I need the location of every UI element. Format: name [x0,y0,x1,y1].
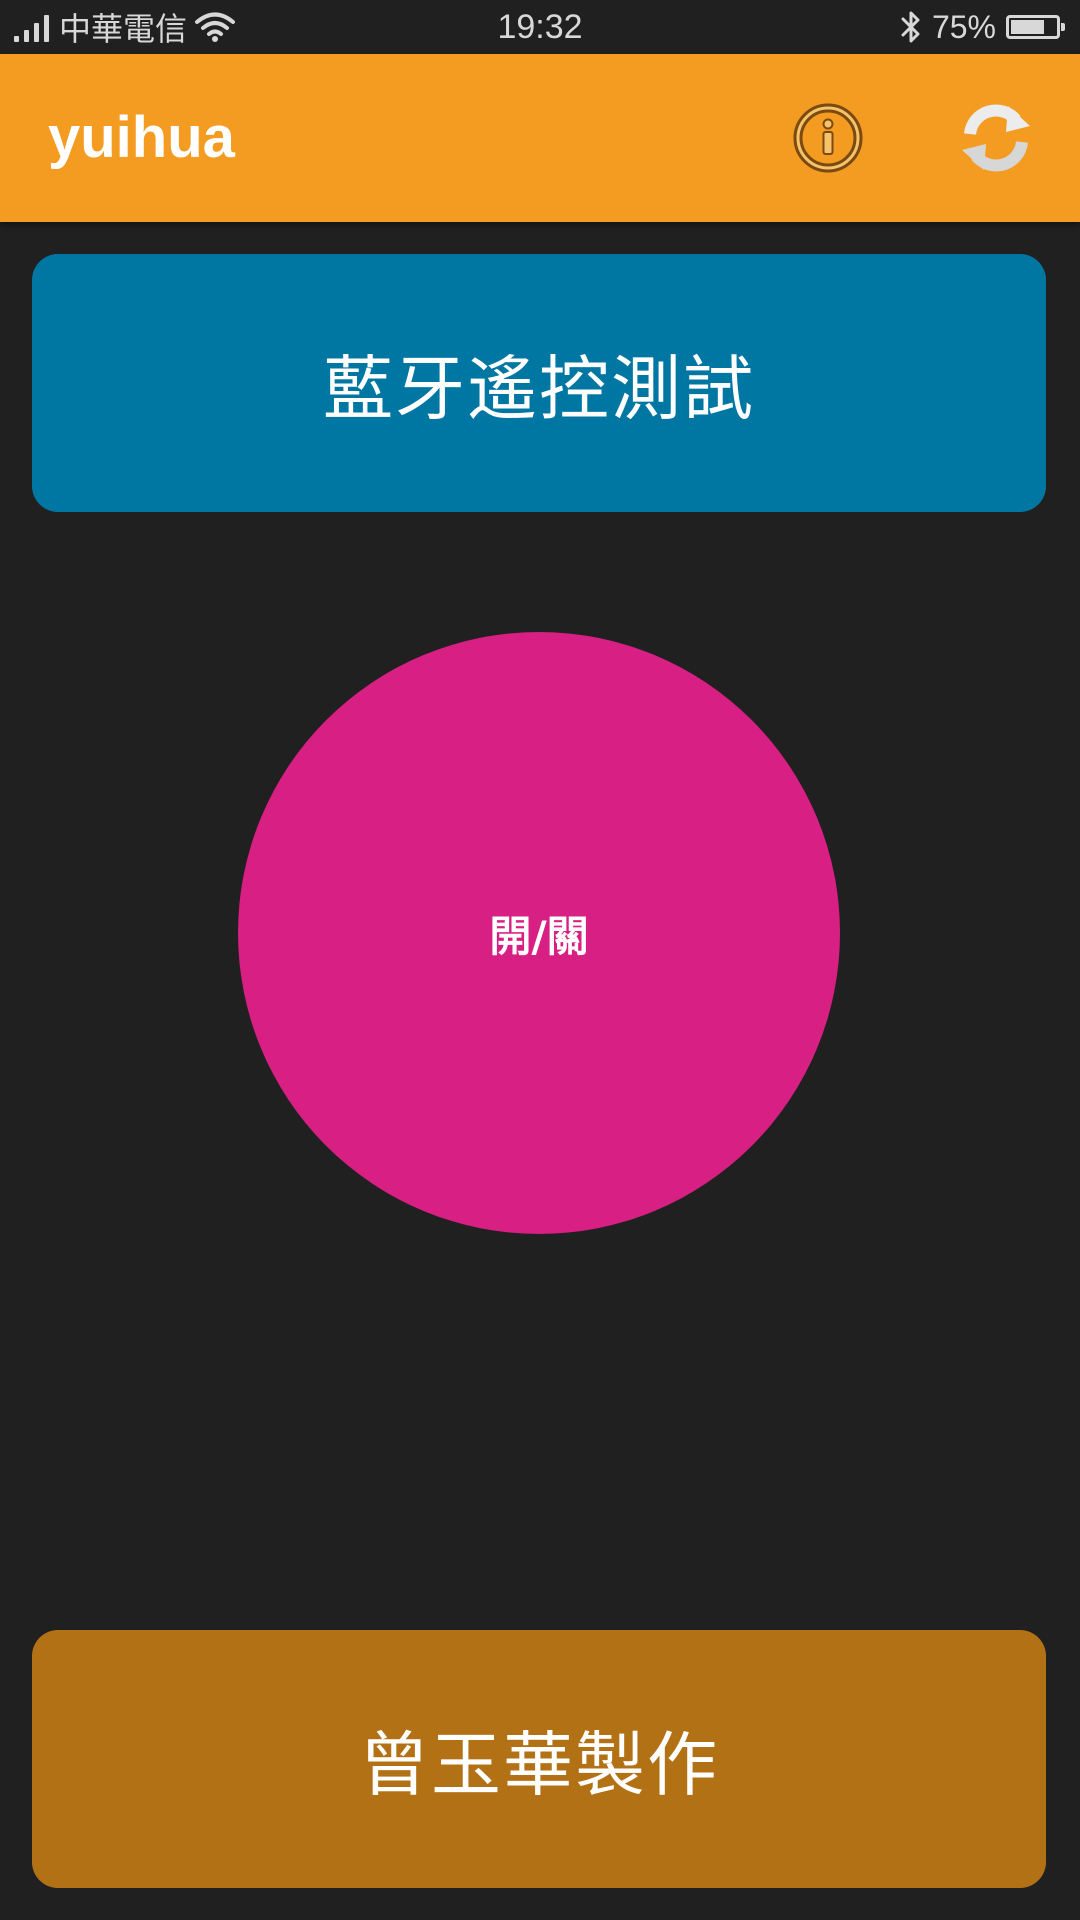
app-bar: yuihua [0,54,1080,222]
bluetooth-icon [901,11,920,43]
power-toggle-label: 開/關 [489,911,589,961]
bluetooth-test-label: 藍牙遙控測試 [323,347,755,430]
credit-button[interactable]: 曾玉華製作 [32,1630,1046,1888]
bluetooth-test-button[interactable]: 藍牙遙控測試 [32,254,1046,512]
info-button[interactable] [792,102,864,174]
refresh-button[interactable] [956,98,1036,178]
battery-percent: 75% [931,8,996,45]
info-icon [793,103,863,173]
battery-icon [1006,15,1065,39]
credit-label: 曾玉華製作 [359,1723,719,1806]
status-right: 75% [900,0,1066,54]
refresh-icon [962,104,1030,172]
app-title: yuihua [48,105,235,170]
battery-level-fill [1011,20,1044,34]
power-toggle-button[interactable]: 開/關 [238,632,840,1234]
status-bar: 中華電信 19:32 75% [0,0,1080,54]
